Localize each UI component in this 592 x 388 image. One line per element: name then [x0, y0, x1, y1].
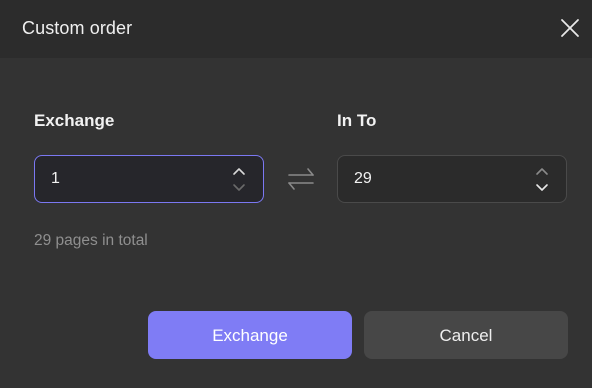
- swap-arrows-icon: [286, 166, 316, 192]
- in-to-page-stepper[interactable]: [532, 164, 552, 196]
- exchange-step-down-button[interactable]: [229, 180, 249, 195]
- exchange-page-input[interactable]: [51, 156, 221, 202]
- in-to-step-up-button[interactable]: [532, 164, 552, 179]
- in-to-step-down-button[interactable]: [532, 180, 552, 195]
- chevron-up-icon: [233, 168, 245, 175]
- chevron-up-icon: [536, 168, 548, 175]
- custom-order-dialog: Custom order Exchange In To 1 29 29 page…: [0, 0, 592, 388]
- chevron-down-icon: [233, 184, 245, 191]
- close-button[interactable]: [556, 14, 584, 42]
- dialog-titlebar: Custom order: [0, 0, 592, 58]
- exchange-button[interactable]: Exchange: [148, 311, 352, 359]
- exchange-page-stepper[interactable]: [229, 164, 249, 196]
- chevron-down-icon: [536, 184, 548, 191]
- exchange-label: Exchange: [34, 111, 115, 130]
- close-icon: [561, 19, 579, 37]
- total-pages-text: 29 pages in total: [34, 232, 148, 249]
- exchange-page-field[interactable]: [34, 155, 264, 203]
- in-to-page-field[interactable]: [337, 155, 567, 203]
- cancel-button[interactable]: Cancel: [364, 311, 568, 359]
- dialog-title: Custom order: [22, 18, 133, 38]
- in-to-label: In To: [337, 111, 377, 130]
- exchange-step-up-button[interactable]: [229, 164, 249, 179]
- in-to-page-input[interactable]: [354, 156, 524, 202]
